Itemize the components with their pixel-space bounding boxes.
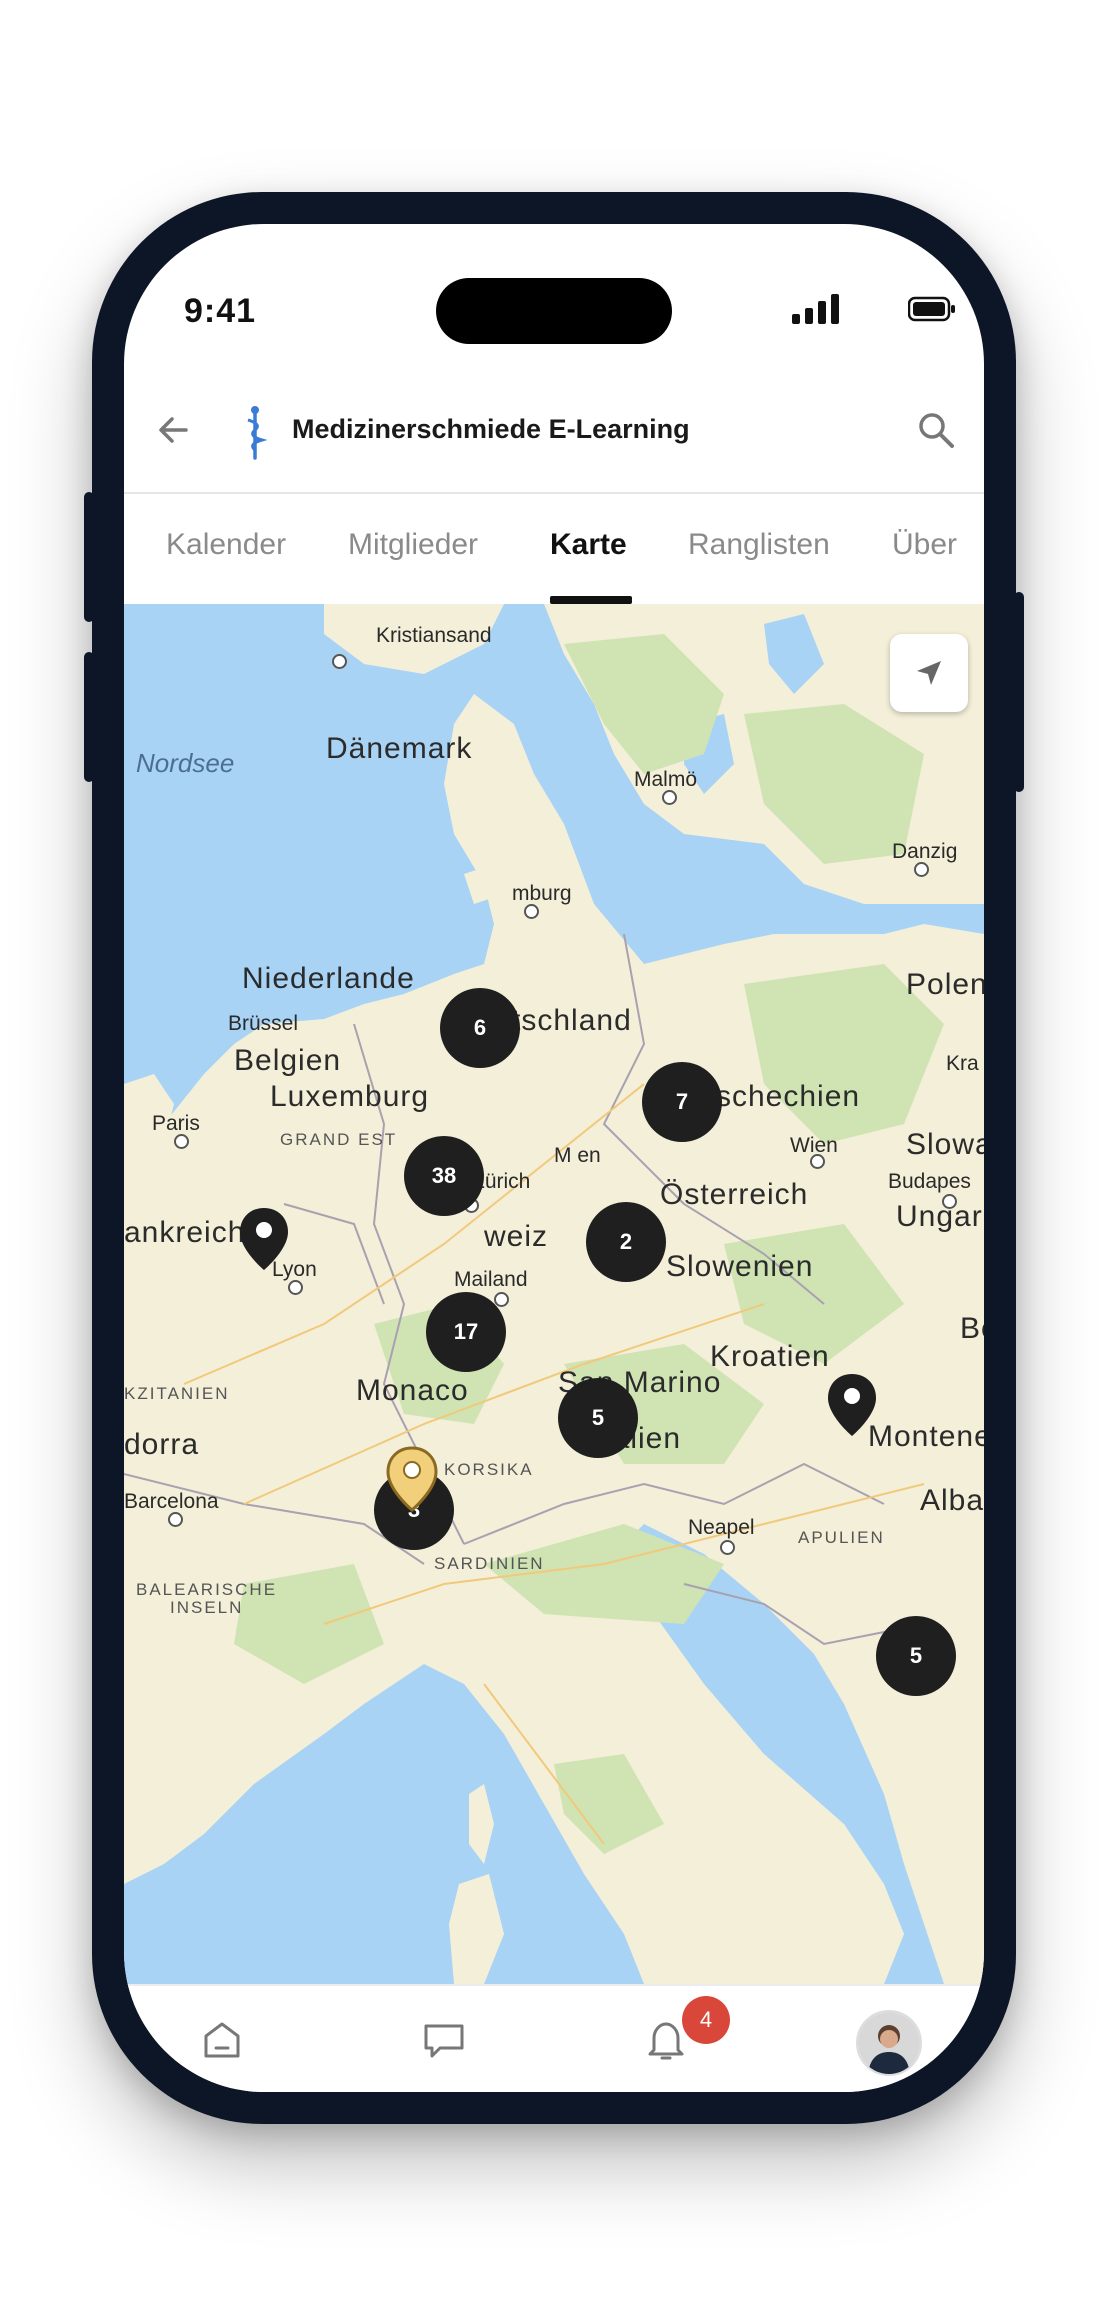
map-cluster[interactable]: 6: [440, 988, 520, 1068]
map-label-bruessel: Brüssel: [228, 1012, 299, 1035]
home-icon[interactable]: [198, 2016, 246, 2064]
tab-mitglieder[interactable]: Mitglieder: [348, 528, 478, 562]
map-label-polen: Polen: [906, 968, 984, 1001]
recenter-location-button[interactable]: [890, 634, 968, 712]
map-pin-icon[interactable]: [238, 1206, 290, 1272]
power-button: [1014, 592, 1024, 792]
map-view[interactable]: Kristiansand Nordsee Dänemark Malmö Danz…: [124, 604, 984, 1984]
map-label-nordsee: Nordsee: [136, 748, 235, 778]
map-label-balearische: BALEARISCHE: [136, 1580, 278, 1599]
city-dot: [174, 1134, 189, 1149]
map-label-kristiansand: Kristiansand: [376, 624, 492, 647]
map-label-niederlande: Niederlande: [242, 962, 415, 995]
tab-ueber[interactable]: Über: [892, 528, 957, 562]
tab-kalender[interactable]: Kalender: [166, 528, 286, 562]
volume-up-button: [84, 492, 94, 622]
caduceus-logo-icon: [247, 406, 268, 460]
map-label-montenegro: Montene: [868, 1420, 984, 1453]
map-cluster[interactable]: 38: [404, 1136, 484, 1216]
chat-icon[interactable]: [420, 2016, 468, 2064]
notification-badge: 4: [682, 1996, 730, 2044]
map-cluster[interactable]: 17: [426, 1292, 506, 1372]
map-label-okzitanien: KZITANIEN: [124, 1384, 230, 1403]
map-pin-icon[interactable]: [826, 1372, 878, 1438]
map-label-belgien: Belgien: [234, 1044, 342, 1077]
navigation-arrow-icon: [917, 661, 941, 685]
map-label-mailand: Mailand: [454, 1268, 528, 1291]
map-label-albanien: Alba: [920, 1484, 984, 1517]
map-label-apulien: APULIEN: [798, 1528, 885, 1547]
screen: 9:41 Medizinerschmiede E-Learning Kalend…: [124, 224, 984, 2092]
map-label-daenemark: Dänemark: [326, 732, 473, 765]
map-label-grand-est: GRAND EST: [280, 1130, 398, 1149]
map-label-slowakei: Slowa: [906, 1128, 984, 1161]
map-label-frankreich: ankreich: [124, 1216, 246, 1249]
map-cluster[interactable]: 2: [586, 1202, 666, 1282]
search-icon[interactable]: [914, 408, 958, 452]
tab-ranglisten[interactable]: Ranglisten: [688, 528, 830, 562]
city-dot: [914, 862, 929, 877]
map-label-tschechien: Tschechien: [700, 1080, 861, 1113]
map-label-ungarn: Ungarn: [896, 1200, 984, 1233]
map-cluster[interactable]: 5: [558, 1378, 638, 1458]
city-dot: [332, 654, 347, 669]
map-label-danzig: Danzig: [892, 840, 958, 863]
map-label-korsika: KORSIKA: [444, 1460, 534, 1479]
app-title: Medizinerschmiede E-Learning: [292, 414, 690, 444]
signal-icon: [792, 294, 839, 324]
arrow-left-icon[interactable]: [152, 408, 196, 452]
app-header: Medizinerschmiede E-Learning: [124, 374, 984, 494]
map-label-paris: Paris: [152, 1112, 200, 1135]
tab-bar: Kalender Mitglieder Karte Ranglisten Übe…: [124, 494, 984, 604]
map-label-muenchen: M en: [554, 1144, 601, 1167]
city-dot: [662, 790, 677, 805]
active-tab-indicator: [550, 596, 632, 604]
map-base: [124, 604, 984, 1984]
map-label-slowenien: Slowenien: [666, 1250, 814, 1283]
map-label-inseln: INSELN: [170, 1598, 244, 1617]
map-label-belgrad: Be: [960, 1312, 984, 1345]
map-label-barcelona: Barcelona: [124, 1490, 219, 1513]
status-bar: 9:41: [124, 224, 984, 374]
battery-icon: [908, 296, 955, 322]
map-label-kroatien: Kroatien: [710, 1340, 830, 1373]
status-time: 9:41: [184, 292, 257, 330]
map-label-neapel: Neapel: [688, 1516, 755, 1539]
phone-frame: 9:41 Medizinerschmiede E-Learning Kalend…: [84, 192, 1024, 2124]
map-label-schweiz: weiz: [484, 1220, 549, 1253]
map-label-krakau: Kra: [946, 1052, 979, 1075]
current-location-pin-icon[interactable]: [386, 1446, 438, 1512]
city-dot: [720, 1540, 735, 1555]
volume-down-button: [84, 652, 94, 782]
map-label-luxemburg: Luxemburg: [270, 1080, 430, 1113]
map-cluster[interactable]: 7: [642, 1062, 722, 1142]
map-label-sardinien: SARDINIEN: [434, 1554, 545, 1573]
city-dot: [810, 1154, 825, 1169]
bottom-navigation: 4: [124, 1984, 984, 2092]
city-dot: [494, 1292, 509, 1307]
city-dot: [168, 1512, 183, 1527]
map-label-budapest: Budapes: [888, 1170, 971, 1193]
tab-karte[interactable]: Karte: [550, 528, 627, 562]
map-label-oesterreich: Österreich: [660, 1178, 809, 1211]
map-label-hamburg: mburg: [512, 882, 572, 905]
map-label-andorra: dorra: [124, 1428, 200, 1461]
city-dot: [288, 1280, 303, 1295]
map-label-monaco: Monaco: [356, 1374, 469, 1407]
map-label-malmo: Malmö: [634, 768, 698, 791]
profile-avatar[interactable]: [856, 2010, 922, 2076]
city-dot: [524, 904, 539, 919]
dynamic-island: [436, 278, 672, 344]
map-cluster[interactable]: 5: [876, 1616, 956, 1696]
